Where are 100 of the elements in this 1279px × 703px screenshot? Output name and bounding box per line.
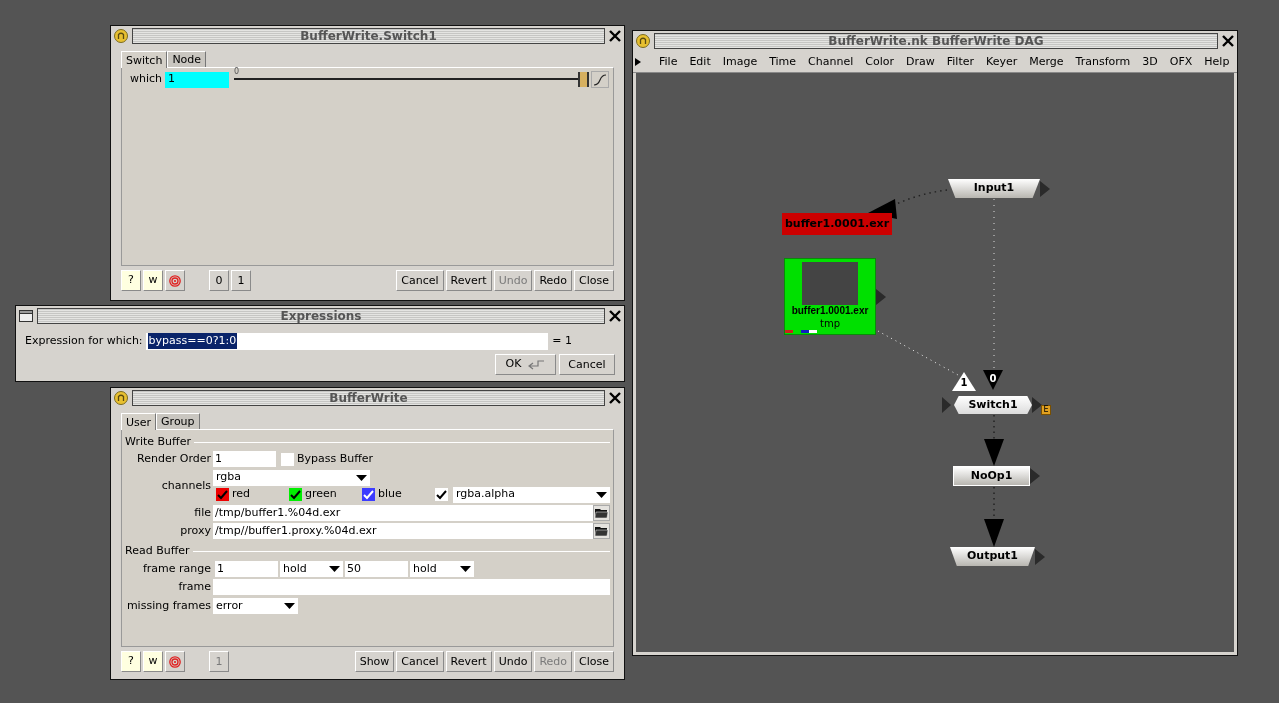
animation-curve-button[interactable] [591,71,609,88]
panel-tab[interactable]: Node [167,51,207,67]
checkbox[interactable] [435,488,448,501]
panel-tab[interactable]: Switch [121,51,168,68]
close-icon[interactable] [609,392,621,404]
push-button[interactable]: Cancel [396,270,444,291]
panel-tab[interactable]: Group [156,413,200,429]
slider-thumb[interactable] [578,72,589,87]
close-icon[interactable] [1222,35,1234,47]
checkbox-label: red [232,486,251,503]
menu-item[interactable]: Draw [900,56,941,67]
dropdown[interactable]: hold [410,560,474,577]
checkbox-label: blue [378,486,402,503]
push-button[interactable]: Show [354,651,395,672]
menu-item[interactable]: Help [1198,56,1236,67]
push-button[interactable]: 1 [231,270,251,291]
menu-item[interactable]: Image [716,56,764,67]
menu-item[interactable]: Channel [802,56,860,67]
menu-item[interactable]: Time [763,56,803,67]
push-button[interactable]: Redo [534,270,573,291]
menu-item[interactable]: 3D [1136,56,1164,67]
dropdown-arrow-icon [356,474,367,481]
output-arrow-icon [1030,468,1040,484]
curve-icon [593,73,607,86]
push-button[interactable]: Cancel [396,651,444,672]
expression-text: bypass==0?1:0 [147,332,238,350]
checkmark-icon [290,489,301,500]
checkbox[interactable] [289,488,302,501]
checkbox[interactable] [216,488,229,501]
thumbnail-placeholder [802,262,858,305]
knob-label: which [128,71,163,88]
push-button[interactable]: Cancel [559,354,615,375]
dropdown-arrow-icon [329,565,340,572]
menu-item[interactable]: Transform [1069,56,1137,67]
window-title: BufferWrite.Switch1 [132,28,605,44]
checkbox[interactable] [281,452,294,466]
push-button[interactable]: 0 [209,270,229,291]
menu-item[interactable]: Keyer [980,56,1024,67]
dropdown[interactable]: rgba [213,469,370,486]
window-title: BufferWrite [132,390,605,406]
menu-item[interactable]: Edit [683,56,717,67]
section-heading: Write Buffer [125,433,191,450]
menu-item[interactable]: Filter [940,56,980,67]
text-field[interactable]: 50 [345,560,408,577]
web-button[interactable]: w [143,651,163,672]
app-logo-icon [636,34,650,48]
menu-item[interactable]: Color [859,56,900,67]
help-button[interactable]: ? [121,270,141,291]
file-browse-button[interactable] [593,523,610,540]
input-arrow-icon [942,397,951,413]
window-title: BufferWrite.nk BufferWrite DAG [654,33,1218,49]
close-icon[interactable] [609,310,621,322]
field-label: frame [177,579,212,595]
file-browse-button[interactable] [593,504,610,521]
close-icon[interactable] [609,30,621,42]
menu-item[interactable]: OFX [1163,56,1199,67]
menu-item[interactable]: Merge [1023,56,1070,67]
field-label: frame range [141,560,212,577]
text-field[interactable] [213,579,610,596]
dropdown-arrow-icon [596,491,607,498]
push-button[interactable]: Close [574,651,614,672]
node-label: buffer1.0001.exr [791,305,869,318]
input-node[interactable]: Input1 [948,179,1040,198]
checkmark-icon [436,489,447,500]
switch-node[interactable]: Switch1 [954,396,1032,414]
text-field[interactable]: 1 [213,451,276,468]
push-button[interactable]: Revert [445,270,492,291]
target-button[interactable] [165,651,185,672]
text-field[interactable]: 1 [215,560,278,577]
dropdown[interactable]: hold [280,560,343,577]
push-button[interactable]: Undo [493,651,533,672]
checkmark-icon [217,489,228,500]
read-node[interactable]: buffer1.0001.exr [782,213,893,235]
channel-strip-icon [785,330,817,333]
target-button[interactable] [165,270,185,291]
read-node[interactable]: buffer1.0001.exr tmp [784,258,876,335]
text-field[interactable]: /tmp/buffer1.%04d.exr [213,504,593,521]
noop-node[interactable]: NoOp1 [953,466,1030,486]
field-label: channels [160,477,212,494]
menu-item[interactable]: File [653,56,684,67]
menu-expander-icon[interactable] [635,57,641,66]
ok-button[interactable]: OK [495,354,556,375]
section-heading: Read Buffer [125,543,190,560]
expression-field[interactable]: bypass==0?1:0 [145,332,549,350]
checkbox[interactable] [362,488,375,501]
field-label: proxy [179,523,212,539]
value-field[interactable]: 1 [165,71,229,88]
field-label: file [193,504,212,521]
slider[interactable] [234,72,589,87]
output-node[interactable]: Output1 [950,547,1035,566]
dropdown[interactable]: rgba.alpha [453,486,610,503]
text-field[interactable]: /tmp//buffer1.proxy.%04d.exr [213,523,593,540]
web-button[interactable]: w [143,270,163,291]
push-button[interactable]: Revert [445,651,492,672]
expression-badge: E [1041,405,1051,415]
help-button[interactable]: ? [121,651,141,672]
dropdown[interactable]: error [213,597,298,614]
push-button[interactable]: Close [574,270,614,291]
panel-tab[interactable]: User [121,413,157,430]
target-icon [169,274,181,287]
